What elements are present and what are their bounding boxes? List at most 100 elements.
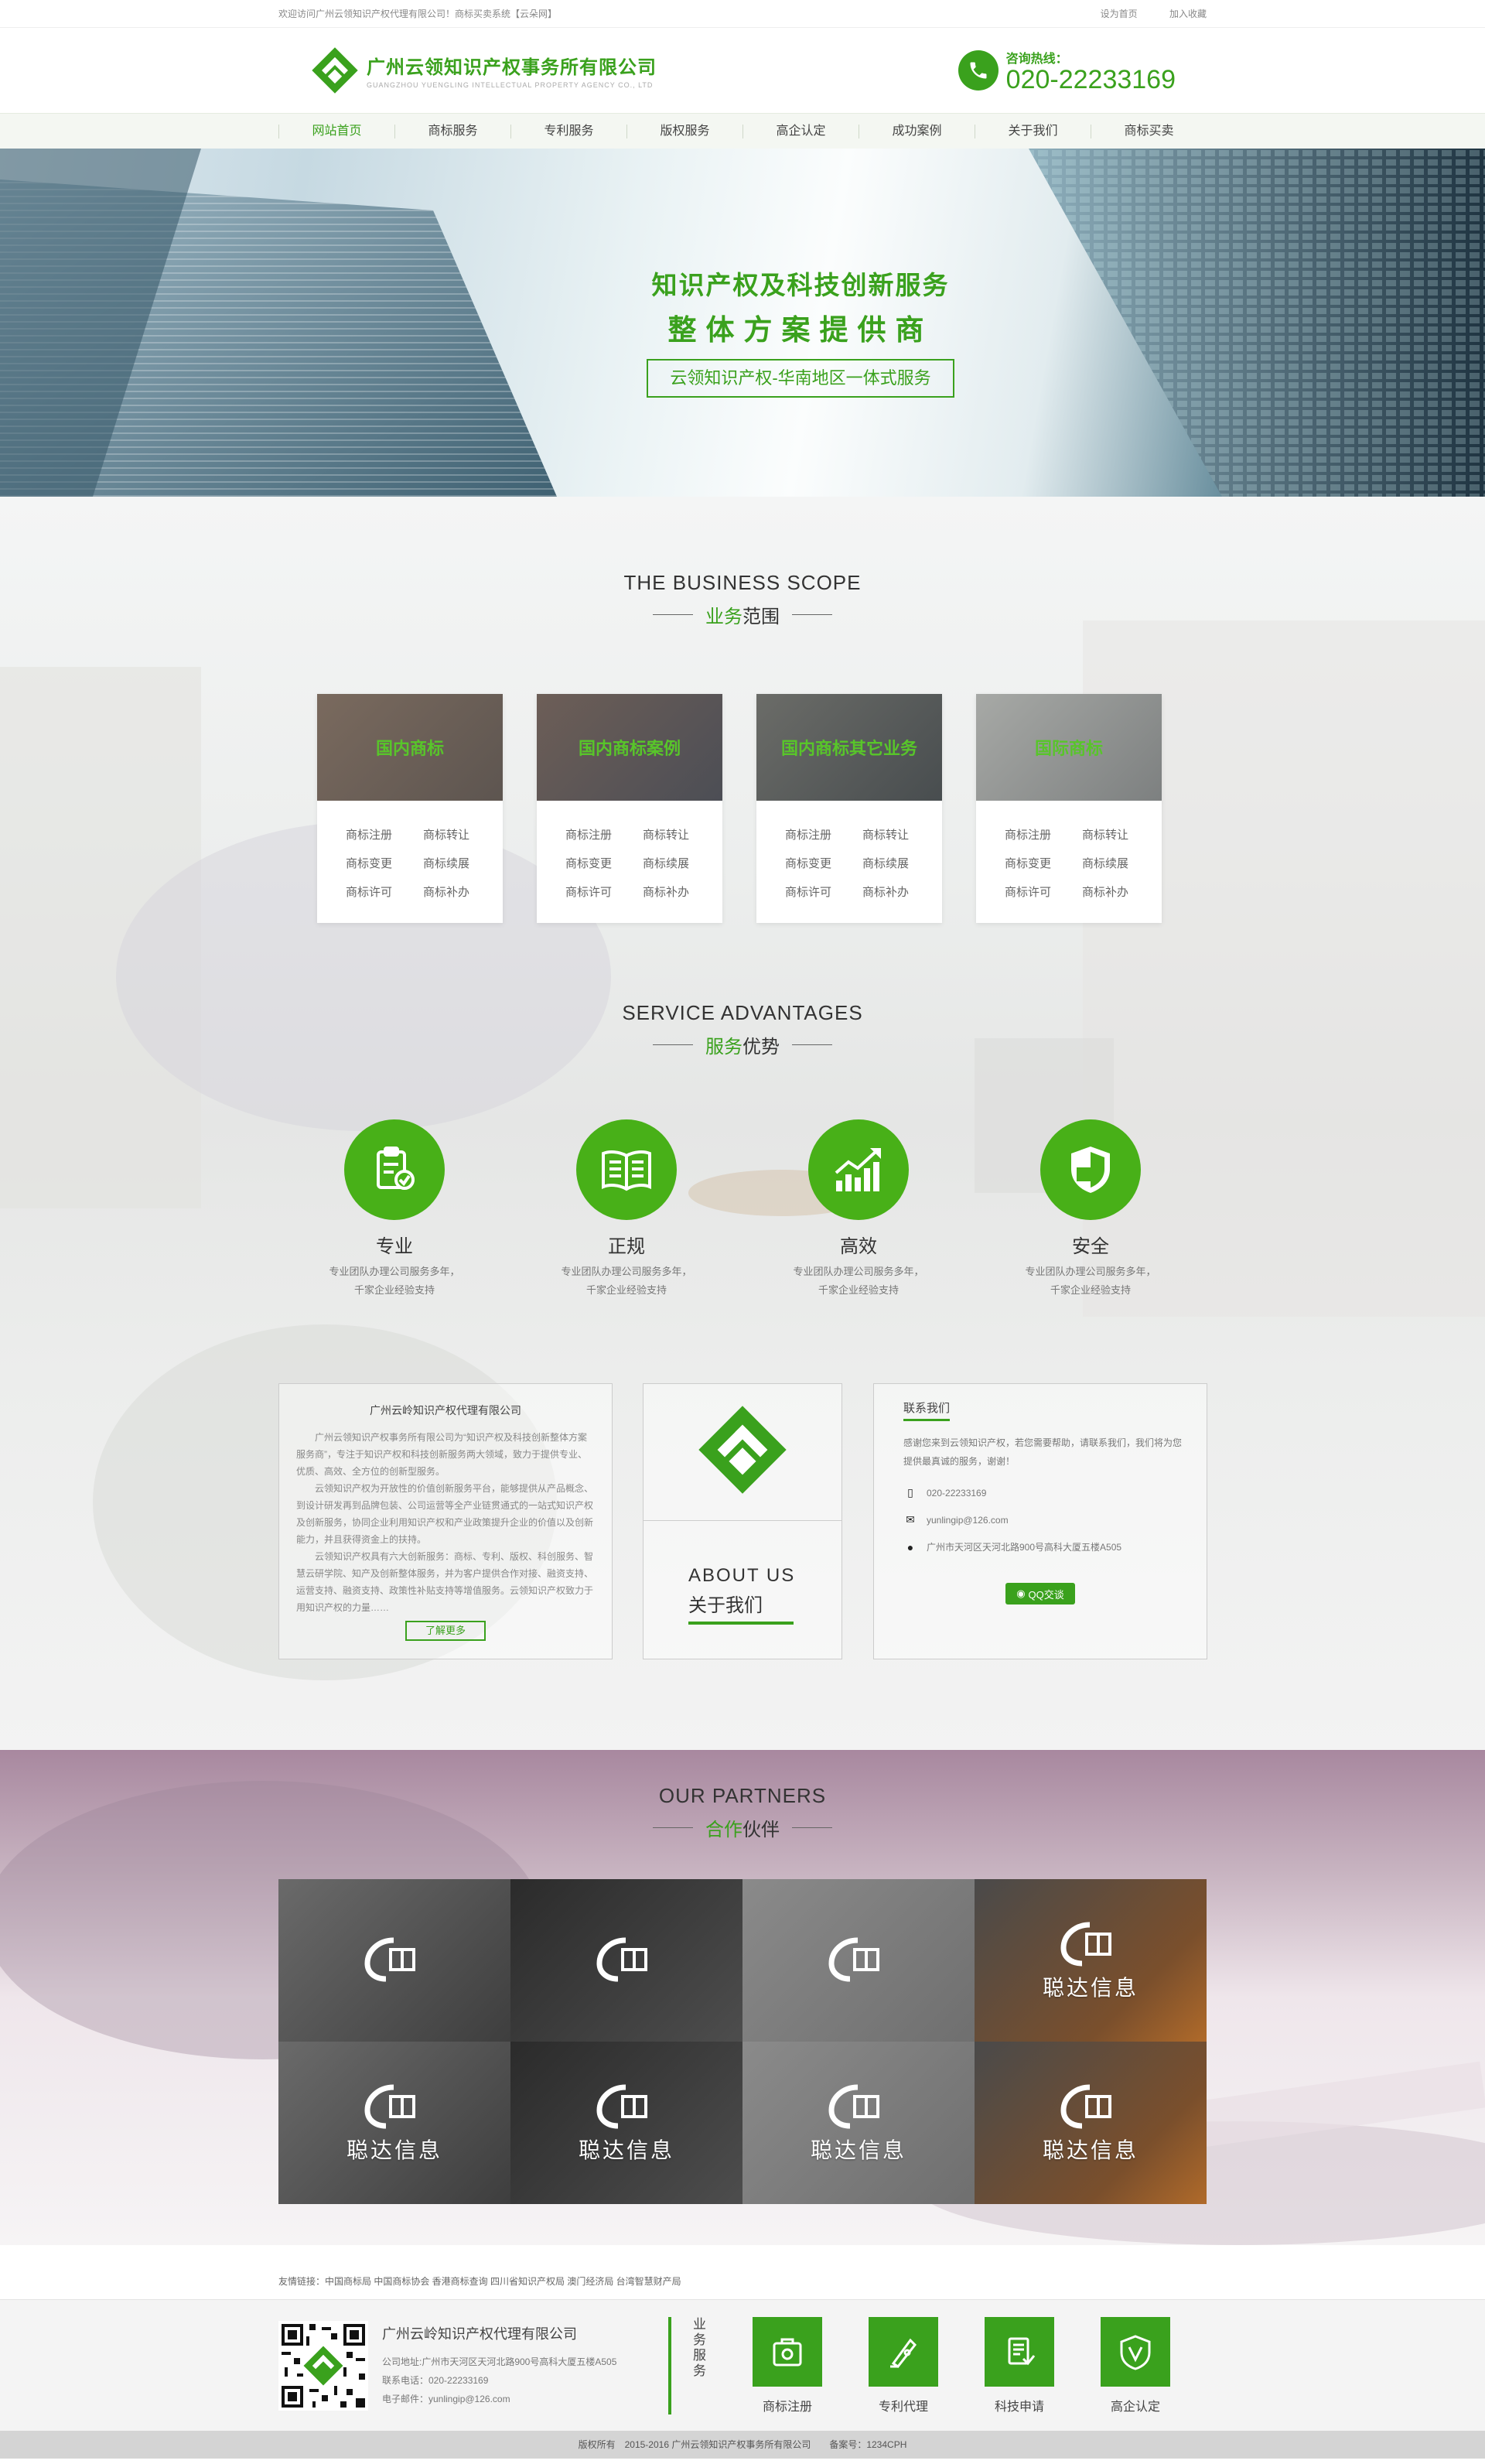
scope-card-international[interactable]: 国际商标 商标注册 商标转让 商标变更 商标续展 商标许可 商标补办 (976, 694, 1162, 923)
partner-name: 聪达信息 (810, 2138, 906, 2162)
company-name-en: GUANGZHOU YUENGLING INTELLECTUAL PROPERT… (367, 81, 654, 89)
scope-item[interactable]: 商标转让 (423, 821, 500, 849)
nav-home[interactable]: 网站首页 (278, 125, 394, 138)
advantage-desc-line1: 专业团队办理公司服务多年， (1025, 1266, 1156, 1277)
scope-item[interactable]: 商标许可 (1005, 878, 1082, 907)
site-footer: 广州云岭知识产权代理有限公司 公司地址:广州市天河区天河北路900号高科大厦五楼… (0, 2299, 1485, 2431)
hotline-label: 咨询热线： (1005, 53, 1068, 66)
main-nav: 网站首页 商标服务 专利服务 版权服务 高企认定 成功案例 关于我们 商标买卖 (0, 113, 1485, 149)
scope-card-title: 国内商标 (317, 694, 503, 801)
learn-more-button[interactable]: 了解更多 (405, 1621, 486, 1641)
advantage-efficient: 高效 专业团队办理公司服务多年， 千家企业经验支持 (750, 1119, 967, 1300)
scope-card-cases[interactable]: 国内商标案例 商标注册 商标转让 商标变更 商标续展 商标许可 商标补办 (537, 694, 722, 923)
scope-card-domestic[interactable]: 国内商标 商标注册 商标转让 商标变更 商标续展 商标许可 商标补办 (317, 694, 503, 923)
footer-tel: 联系电话：020-22233169 (382, 2375, 489, 2386)
scope-item[interactable]: 商标许可 (565, 878, 643, 907)
location-pin-icon: ● (906, 1540, 914, 1553)
patent-pen-icon (869, 2317, 938, 2387)
friend-links-text[interactable]: 友情链接：中国商标局 中国商标协会 香港商标查询 四川省知识产权局 澳门经济局 … (278, 2276, 681, 2287)
scope-item[interactable]: 商标变更 (565, 849, 643, 878)
scope-item[interactable]: 商标续展 (862, 849, 940, 878)
contact-desc: 感谢您来到云领知识产权，若您需要帮助，请联系我们，我们将为您提供最真诚的服务，谢… (903, 1437, 1183, 1467)
scope-item[interactable]: 商标补办 (643, 878, 720, 907)
scope-item[interactable]: 商标注册 (346, 821, 423, 849)
scope-item[interactable]: 商标转让 (643, 821, 720, 849)
scope-item[interactable]: 商标许可 (346, 878, 423, 907)
advantage-professional: 专业 专业团队办理公司服务多年， 千家企业经验支持 (286, 1119, 503, 1300)
partner-logo-icon (1060, 1922, 1111, 1967)
advantages-title-en: SERVICE ADVANTAGES (622, 1001, 863, 1024)
scope-item[interactable]: 商标注册 (1005, 821, 1082, 849)
partner-tile[interactable]: 聪达信息 (510, 2042, 742, 2204)
contact-email[interactable]: yunlingip@126.com (927, 1515, 1009, 1526)
scope-item[interactable]: 商标补办 (862, 878, 940, 907)
scope-item[interactable]: 商标许可 (785, 878, 862, 907)
scope-item[interactable]: 商标变更 (1005, 849, 1082, 878)
intro-paragraph-3: 云领知识产权具有六大创新服务：商标、专利、版权、科创服务、智慧云研学院、知产及创… (296, 1551, 594, 1613)
qq-chat-button[interactable]: ◉ QQ交谈 (1005, 1583, 1075, 1605)
building-left-image (0, 149, 557, 497)
nav-copyright[interactable]: 版权服务 (626, 125, 742, 138)
about-us-box[interactable]: ABOUT US 关于我们 (643, 1383, 842, 1659)
scope-item[interactable]: 商标转让 (1082, 821, 1159, 849)
scope-item[interactable]: 商标注册 (785, 821, 862, 849)
scope-item[interactable]: 商标续展 (1082, 849, 1159, 878)
scope-item[interactable]: 商标续展 (643, 849, 720, 878)
partner-name: 聪达信息 (1042, 2138, 1138, 2162)
footer-service-patent[interactable]: 专利代理 (845, 2317, 961, 2414)
partners-title-en: OUR PARTNERS (658, 1784, 827, 1807)
partner-tile[interactable]: 聪达信息 (975, 2042, 1207, 2204)
phone-icon: ▯ (907, 1486, 913, 1499)
scope-item[interactable]: 商标补办 (1082, 878, 1159, 907)
scope-card-title: 国际商标 (976, 694, 1162, 801)
nav-hitech[interactable]: 高企认定 (742, 125, 859, 138)
top-bar: 欢迎访问广州云领知识产权代理有限公司！商标买卖系统【云朵网】 设为首页 加入收藏 (0, 0, 1485, 28)
company-name: 广州云领知识产权事务所有限公司 (367, 57, 657, 78)
shield-v-icon (1101, 2317, 1170, 2387)
nav-trademark-trade[interactable]: 商标买卖 (1091, 125, 1207, 138)
intro-paragraph-2: 云领知识产权为开放性的价值创新服务平台，能够提供从产品概念、到设计研发再到品牌包… (296, 1483, 594, 1545)
logo-icon (698, 1406, 787, 1494)
add-favorite-link[interactable]: 加入收藏 (1169, 9, 1207, 19)
footer-service-trademark[interactable]: 商标注册 (729, 2317, 845, 2414)
advantage-desc-line2: 千家企业经验支持 (818, 1284, 899, 1296)
growth-chart-icon (808, 1119, 909, 1220)
scope-item[interactable]: 商标转让 (862, 821, 940, 849)
shield-icon (1040, 1119, 1141, 1220)
nav-trademark[interactable]: 商标服务 (394, 125, 510, 138)
partner-tile[interactable] (510, 1879, 742, 2042)
partner-logo-icon (596, 2084, 647, 2129)
tech-apply-icon (985, 2317, 1054, 2387)
nav-cases[interactable]: 成功案例 (859, 125, 975, 138)
scope-item[interactable]: 商标变更 (785, 849, 862, 878)
scope-item[interactable]: 商标注册 (565, 821, 643, 849)
scope-item[interactable]: 商标变更 (346, 849, 423, 878)
scope-card-other[interactable]: 国内商标其它业务 商标注册 商标转让 商标变更 商标续展 商标许可 商标补办 (756, 694, 942, 923)
partner-tile[interactable]: 聪达信息 (278, 2042, 510, 2204)
advantages-title-rest: 优势 (742, 1037, 780, 1058)
scope-title-rest: 范围 (742, 607, 780, 627)
footer-service-tech[interactable]: 科技申请 (961, 2317, 1077, 2414)
scope-item[interactable]: 商标补办 (423, 878, 500, 907)
banner-text: 知识产权及科技创新服务 整体方案提供商 云领知识产权-华南地区一体式服务 (646, 265, 955, 398)
partners-section: OUR PARTNERS 合作 伙伴 聪达信息 聪达信息 聪达信息 聪达信息 聪… (0, 1750, 1485, 2245)
footer-service-hitech[interactable]: 高企认定 (1077, 2317, 1193, 2414)
partner-tile[interactable] (278, 1879, 510, 2042)
site-logo[interactable]: 广州云领知识产权事务所有限公司 GUANGZHOU YUENGLING INTE… (309, 45, 657, 96)
partner-tile[interactable] (742, 1879, 975, 2042)
building-right-image (1029, 149, 1485, 497)
banner-tag[interactable]: 云领知识产权-华南地区一体式服务 (647, 359, 954, 398)
partner-tile[interactable]: 聪达信息 (742, 2042, 975, 2204)
scope-title-en: THE BUSINESS SCOPE (623, 571, 862, 594)
set-home-link[interactable]: 设为首页 (1101, 9, 1138, 19)
scope-title-green: 业务 (705, 607, 742, 627)
nav-about[interactable]: 关于我们 (975, 125, 1091, 138)
nav-patent[interactable]: 专利服务 (510, 125, 626, 138)
scope-card-title: 国内商标其它业务 (756, 694, 942, 801)
advantage-regular: 正规 专业团队办理公司服务多年， 千家企业经验支持 (518, 1119, 735, 1300)
logo-icon (312, 47, 358, 94)
partner-tile[interactable]: 聪达信息 (975, 1879, 1207, 2042)
scope-item[interactable]: 商标续展 (423, 849, 500, 878)
partners-grid: 聪达信息 聪达信息 聪达信息 聪达信息 聪达信息 (278, 1879, 1207, 2204)
clipboard-check-icon (344, 1119, 445, 1220)
